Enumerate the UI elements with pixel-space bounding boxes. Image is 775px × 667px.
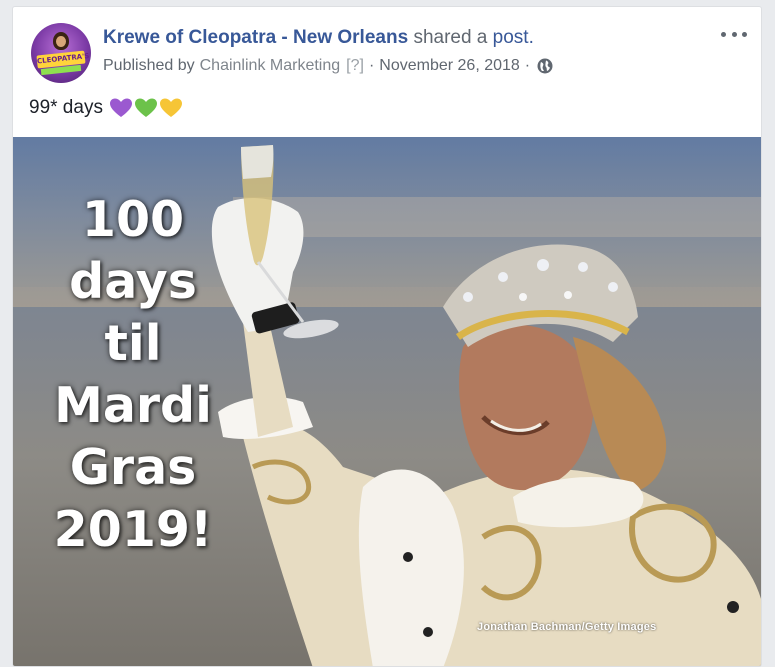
avatar-figure-face xyxy=(56,36,66,47)
more-dot xyxy=(731,31,737,37)
globe-icon xyxy=(537,58,553,74)
post-card: CLEOPATRA'S Krewe of Cleopatra - New Orl… xyxy=(12,6,762,667)
meta-separator: · xyxy=(368,57,375,74)
page-name-link[interactable]: Krewe of Cleopatra - New Orleans xyxy=(103,27,408,48)
post-header: CLEOPATRA'S Krewe of Cleopatra - New Orl… xyxy=(13,7,761,97)
more-options-icon[interactable] xyxy=(721,27,747,41)
post-meta: Published by Chainlink Marketing [?] · N… xyxy=(103,57,553,75)
post-message-text: 99* days xyxy=(29,97,103,118)
post-date-link[interactable]: November 26, 2018 xyxy=(379,57,520,75)
more-dot xyxy=(721,31,726,37)
shared-text: shared a xyxy=(413,27,488,48)
page-avatar[interactable]: CLEOPATRA'S xyxy=(31,23,91,83)
photo-credit: Jonathan Bachman/Getty Images xyxy=(477,621,657,633)
publisher-link[interactable]: Chainlink Marketing xyxy=(200,57,341,75)
published-by-label: Published by xyxy=(103,57,195,74)
purple-heart-icon xyxy=(109,98,132,118)
post-photo[interactable]: 100 days til Mardi Gras 2019! Jonathan B… xyxy=(13,137,761,666)
post-title-line: Krewe of Cleopatra - New Orleans shared … xyxy=(103,27,534,49)
more-dot xyxy=(742,31,747,37)
photo-overlay-text: 100 days til Mardi Gras 2019! xyxy=(53,191,213,558)
publisher-help-link[interactable]: [?] xyxy=(346,57,364,75)
yellow-heart-icon xyxy=(159,98,182,118)
post-link[interactable]: post. xyxy=(493,27,534,48)
meta-separator: · xyxy=(524,57,531,74)
green-heart-icon xyxy=(134,98,157,118)
post-message: 99* days xyxy=(29,97,182,119)
